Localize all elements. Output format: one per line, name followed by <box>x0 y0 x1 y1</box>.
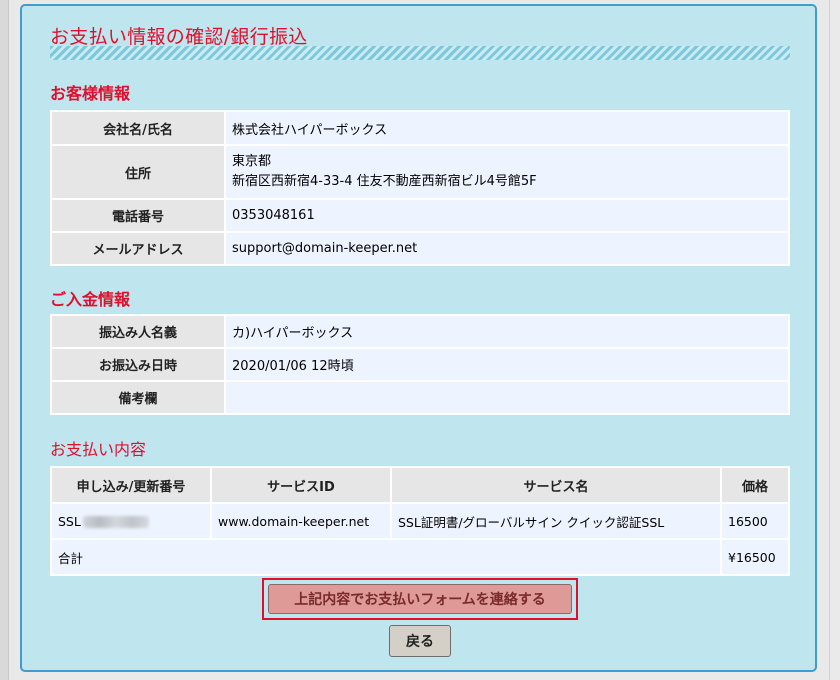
company-label: 会社名/氏名 <box>50 110 226 146</box>
email-label: メールアドレス <box>50 231 226 266</box>
address-row: 住所 東京都 新宿区西新宿4-33-4 住友不動産西新宿ビル4号館5F <box>50 144 790 200</box>
submit-button-highlight: 上記内容でお支払いフォームを連絡する <box>262 578 578 620</box>
header-price: 価格 <box>720 466 790 504</box>
left-window-edge <box>0 0 9 680</box>
price-cell: 16500 <box>720 502 790 540</box>
datetime-value: 2020/01/06 12時頃 <box>224 347 790 382</box>
payment-header-row: 申し込み/更新番号 サービスID サービス名 価格 <box>50 466 790 504</box>
header-service-name: サービス名 <box>390 466 722 504</box>
back-button[interactable]: 戻る <box>389 625 451 657</box>
submit-payment-form-button[interactable]: 上記内容でお支払いフォームを連絡する <box>268 584 572 614</box>
payer-value: カ)ハイパーボックス <box>224 314 790 349</box>
company-row: 会社名/氏名 株式会社ハイパーボックス <box>50 110 790 146</box>
address-line2: 新宿区西新宿4-33-4 住友不動産西新宿ビル4号館5F <box>232 174 537 189</box>
email-row: メールアドレス support@domain-keeper.net <box>50 231 790 266</box>
notes-row: 備考欄 <box>50 380 790 415</box>
page-title: お支払い情報の確認/銀行振込 <box>50 26 308 48</box>
notes-label: 備考欄 <box>50 380 226 415</box>
total-value: ¥16500 <box>720 538 790 576</box>
phone-label: 電話番号 <box>50 198 226 233</box>
title-underline-stripe <box>50 46 790 60</box>
payment-confirmation-panel: お支払い情報の確認/銀行振込 お客様情報 会社名/氏名 株式会社ハイパーボックス… <box>20 4 817 672</box>
email-value: support@domain-keeper.net <box>224 231 790 266</box>
header-service-id: サービスID <box>210 466 392 504</box>
deposit-info-heading: ご入金情報 <box>50 290 131 309</box>
order-number-cell: SSL <box>50 502 212 540</box>
company-value: 株式会社ハイパーボックス <box>224 110 790 146</box>
address-label: 住所 <box>50 144 226 200</box>
address-line1: 東京都 <box>232 154 272 169</box>
datetime-label: お振込み日時 <box>50 347 226 382</box>
right-scrollbar[interactable] <box>829 0 840 680</box>
datetime-row: お振込み日時 2020/01/06 12時頃 <box>50 347 790 382</box>
address-value: 東京都 新宿区西新宿4-33-4 住友不動産西新宿ビル4号館5F <box>224 144 790 200</box>
phone-value: 0353048161 <box>224 198 790 233</box>
payment-details-heading: お支払い内容 <box>50 440 147 459</box>
header-number: 申し込み/更新番号 <box>50 466 212 504</box>
deposit-info-table: 振込み人名義 カ)ハイパーボックス お振込み日時 2020/01/06 12時頃… <box>50 314 790 415</box>
table-row: SSL www.domain-keeper.net SSL証明書/グローバルサイ… <box>50 502 790 540</box>
order-number-prefix: SSL <box>58 513 81 529</box>
customer-info-heading: お客様情報 <box>50 84 131 103</box>
service-id-cell: www.domain-keeper.net <box>210 502 392 540</box>
customer-info-table: 会社名/氏名 株式会社ハイパーボックス 住所 東京都 新宿区西新宿4-33-4 … <box>50 110 790 266</box>
total-label: 合計 <box>50 538 722 576</box>
redacted-order-number <box>82 516 149 528</box>
total-row: 合計 ¥16500 <box>50 538 790 576</box>
payer-row: 振込み人名義 カ)ハイパーボックス <box>50 314 790 349</box>
payer-label: 振込み人名義 <box>50 314 226 349</box>
phone-row: 電話番号 0353048161 <box>50 198 790 233</box>
service-name-cell: SSL証明書/グローバルサイン クイック認証SSL <box>390 502 722 540</box>
notes-value <box>224 380 790 415</box>
payment-details-table: 申し込み/更新番号 サービスID サービス名 価格 SSL www.domain… <box>50 466 790 576</box>
